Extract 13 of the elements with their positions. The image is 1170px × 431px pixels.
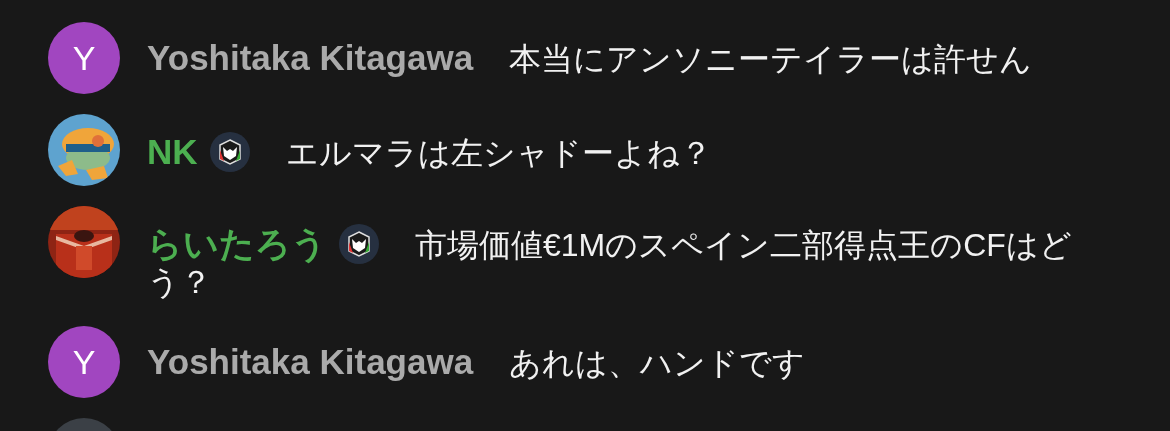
avatar: Y bbox=[48, 22, 120, 94]
author-name: NK bbox=[147, 132, 198, 171]
chat-message: エルマラは左シャドーよね？ bbox=[285, 135, 712, 171]
avatar: Y bbox=[48, 326, 120, 398]
author-name: Yoshitaka Kitagawa bbox=[147, 342, 474, 381]
member-badge-icon bbox=[209, 132, 250, 172]
member-badge-icon bbox=[339, 224, 379, 264]
author-name: らいたろう bbox=[147, 224, 327, 263]
chat-message: う？ bbox=[147, 264, 212, 300]
chat-message: あれは、ハンドです bbox=[509, 345, 806, 381]
chat-message: 本当にアンソニーテイラーは許せん bbox=[509, 41, 1033, 77]
author-name: Yoshitaka Kitagawa bbox=[147, 38, 474, 77]
chat-message: 市場価値€1Mのスペイン二部得点王のCFはど bbox=[415, 227, 1072, 263]
